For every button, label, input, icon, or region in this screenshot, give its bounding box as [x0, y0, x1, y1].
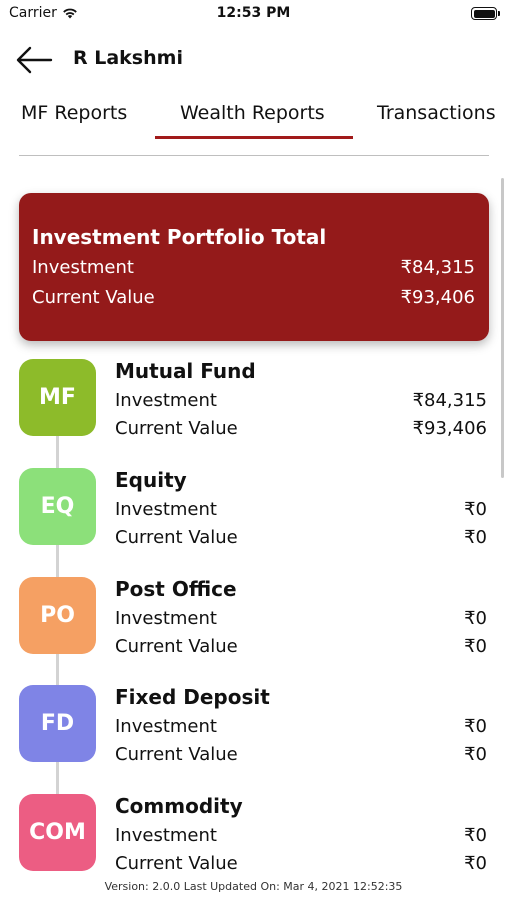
- asset-investment-value: ₹84,315: [412, 390, 487, 411]
- asset-item-commodity[interactable]: COM Commodity Investment ₹0 Current Valu…: [19, 794, 489, 884]
- asset-item-post-office[interactable]: PO Post Office Investment ₹0 Current Val…: [19, 577, 489, 667]
- asset-current-row: Current Value ₹0: [115, 853, 487, 874]
- portfolio-investment-row: Investment ₹84,315: [32, 257, 475, 278]
- asset-current-label: Current Value: [115, 527, 238, 548]
- asset-name: Equity: [115, 468, 187, 492]
- asset-investment-value: ₹0: [464, 825, 487, 846]
- asset-current-row: Current Value ₹0: [115, 636, 487, 657]
- status-time: 12:53 PM: [216, 5, 291, 21]
- asset-investment-label: Investment: [115, 390, 217, 411]
- asset-name: Post Office: [115, 577, 237, 601]
- asset-current-row: Current Value ₹0: [115, 744, 487, 765]
- asset-investment-label: Investment: [115, 716, 217, 737]
- asset-item-equity[interactable]: EQ Equity Investment ₹0 Current Value ₹0: [19, 468, 489, 558]
- asset-current-label: Current Value: [115, 418, 238, 439]
- asset-name: Fixed Deposit: [115, 685, 270, 709]
- asset-current-value: ₹0: [464, 853, 487, 874]
- portfolio-total-title: Investment Portfolio Total: [32, 225, 327, 249]
- asset-investment-row: Investment ₹0: [115, 608, 487, 629]
- portfolio-investment-label: Investment: [32, 257, 134, 278]
- battery-icon: [471, 7, 500, 20]
- asset-investment-row: Investment ₹0: [115, 716, 487, 737]
- asset-investment-label: Investment: [115, 608, 217, 629]
- portfolio-total-card: Investment Portfolio Total Investment ₹8…: [19, 193, 489, 341]
- asset-item-fixed-deposit[interactable]: FD Fixed Deposit Investment ₹0 Current V…: [19, 685, 489, 775]
- asset-badge[interactable]: MF: [19, 359, 96, 436]
- asset-investment-label: Investment: [115, 825, 217, 846]
- asset-investment-label: Investment: [115, 499, 217, 520]
- asset-investment-value: ₹0: [464, 499, 487, 520]
- asset-investment-row: Investment ₹0: [115, 499, 487, 520]
- asset-current-value: ₹0: [464, 636, 487, 657]
- tabs-divider: [19, 155, 489, 156]
- tab-wealth-reports[interactable]: Wealth Reports: [180, 102, 325, 124]
- asset-badge[interactable]: COM: [19, 794, 96, 871]
- asset-investment-value: ₹0: [464, 608, 487, 629]
- status-bar: Carrier 12:53 PM: [0, 0, 507, 28]
- report-tabs: MF Reports Wealth Reports Transactions: [0, 98, 507, 142]
- asset-current-label: Current Value: [115, 853, 238, 874]
- asset-current-label: Current Value: [115, 636, 238, 657]
- tab-transactions[interactable]: Transactions: [377, 102, 496, 124]
- tab-mf-reports[interactable]: MF Reports: [21, 102, 127, 124]
- back-button[interactable]: [14, 42, 54, 78]
- asset-badge[interactable]: PO: [19, 577, 96, 654]
- portfolio-current-row: Current Value ₹93,406: [32, 287, 475, 308]
- asset-name: Mutual Fund: [115, 359, 256, 383]
- asset-investment-value: ₹0: [464, 716, 487, 737]
- asset-current-row: Current Value ₹93,406: [115, 418, 487, 439]
- asset-investment-row: Investment ₹84,315: [115, 390, 487, 411]
- navigation-bar: R Lakshmi: [0, 38, 507, 82]
- asset-name: Commodity: [115, 794, 243, 818]
- portfolio-current-label: Current Value: [32, 287, 155, 308]
- asset-current-value: ₹93,406: [412, 418, 487, 439]
- asset-current-value: ₹0: [464, 527, 487, 548]
- asset-current-row: Current Value ₹0: [115, 527, 487, 548]
- asset-badge[interactable]: FD: [19, 685, 96, 762]
- asset-badge[interactable]: EQ: [19, 468, 96, 545]
- back-arrow-icon: [16, 46, 53, 74]
- asset-current-value: ₹0: [464, 744, 487, 765]
- page-title: R Lakshmi: [73, 47, 183, 69]
- asset-item-mutual-fund[interactable]: MF Mutual Fund Investment ₹84,315 Curren…: [19, 359, 489, 449]
- portfolio-current-value: ₹93,406: [400, 287, 475, 308]
- portfolio-investment-value: ₹84,315: [400, 257, 475, 278]
- active-tab-indicator: [155, 136, 353, 139]
- asset-investment-row: Investment ₹0: [115, 825, 487, 846]
- asset-current-label: Current Value: [115, 744, 238, 765]
- version-footer: Version: 2.0.0 Last Updated On: Mar 4, 2…: [104, 880, 403, 893]
- scrollbar[interactable]: [501, 178, 504, 478]
